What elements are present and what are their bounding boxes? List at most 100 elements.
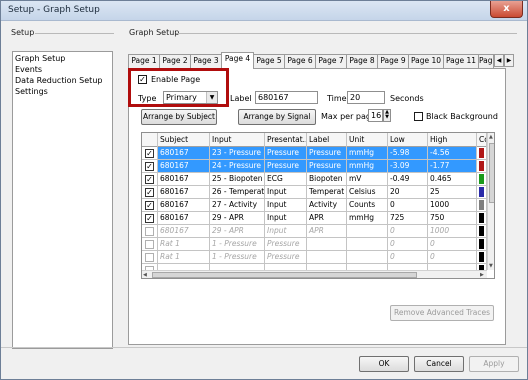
input-cell[interactable]: 23 - Pressure [210, 147, 265, 160]
trace-color-swatch[interactable] [479, 226, 484, 236]
row-enable-checkbox[interactable]: ✓ [145, 201, 154, 210]
table-row[interactable]: 680167 29 - APR Input APR 0 1000 [142, 225, 487, 238]
max-per-page-spinner[interactable]: ▲ ▼ [383, 109, 391, 122]
tab-page-1[interactable]: Page 1 [128, 54, 160, 68]
traces-grid[interactable]: Subject Input Presentat... Label Unit Lo… [141, 132, 495, 279]
row-enable-checkbox[interactable] [145, 240, 154, 249]
presentation-cell[interactable]: ECG [265, 173, 307, 186]
label-cell[interactable] [307, 251, 347, 264]
ok-button[interactable]: OK [359, 356, 409, 372]
title-bar[interactable]: Setup - Graph Setup x [1, 1, 527, 21]
vertical-scroll-thumb[interactable] [489, 143, 494, 203]
low-cell[interactable]: -5.98 [388, 147, 428, 160]
row-checkbox-cell[interactable] [142, 251, 158, 264]
header-checkbox-column[interactable] [142, 133, 158, 147]
presentation-cell[interactable]: Input [265, 199, 307, 212]
presentation-cell[interactable]: Input [265, 186, 307, 199]
table-row[interactable]: ✓ 680167 29 - APR Input APR mmHg 725 750 [142, 212, 487, 225]
input-cell[interactable]: 29 - APR [210, 225, 265, 238]
table-row[interactable]: ✓ 680167 25 - Biopoten ECG Biopoten mV -0.49 0.… [142, 173, 487, 186]
high-cell[interactable]: 0 [428, 238, 477, 251]
input-cell[interactable]: 1 - Pressure [210, 251, 265, 264]
color-cell[interactable] [477, 225, 487, 238]
nav-item-graph-setup[interactable]: Graph Setup [15, 54, 65, 63]
low-cell[interactable]: 0 [388, 238, 428, 251]
setup-nav-list[interactable]: Graph Setup Events Data Reduction Setup … [12, 51, 113, 349]
tab-page-4[interactable]: Page 4 [221, 52, 254, 69]
tab-scroll-right-button[interactable]: ▶ [504, 54, 514, 67]
color-cell[interactable] [477, 251, 487, 264]
subject-cell[interactable]: 680167 [158, 199, 210, 212]
subject-cell[interactable]: 680167 [158, 186, 210, 199]
header-input[interactable]: Input [210, 133, 265, 147]
header-high[interactable]: High [428, 133, 477, 147]
time-input[interactable]: 20 [347, 91, 385, 104]
label-cell[interactable]: Activity [307, 199, 347, 212]
row-enable-checkbox[interactable]: ✓ [145, 149, 154, 158]
high-cell[interactable]: -1.77 [428, 160, 477, 173]
tab-scroll-left-button[interactable]: ◀ [494, 54, 504, 67]
trace-color-swatch[interactable] [479, 252, 484, 262]
header-subject[interactable]: Subject [158, 133, 210, 147]
label-cell[interactable]: APR [307, 212, 347, 225]
unit-cell[interactable]: mmHg [347, 147, 388, 160]
input-cell[interactable]: 24 - Pressure [210, 160, 265, 173]
label-input[interactable]: 680167 [255, 91, 318, 104]
presentation-cell[interactable]: Pressure [265, 251, 307, 264]
tab-page-2[interactable]: Page 2 [159, 54, 191, 68]
tab-page-3[interactable]: Page 3 [190, 54, 222, 68]
row-enable-checkbox[interactable]: ✓ [145, 162, 154, 171]
row-checkbox-cell[interactable]: ✓ [142, 212, 158, 225]
trace-color-swatch[interactable] [479, 161, 484, 171]
table-row[interactable]: Rat 11 - Pressure Pressure 0 0 [142, 238, 487, 251]
input-cell[interactable]: 25 - Biopoten [210, 173, 265, 186]
low-cell[interactable]: -0.49 [388, 173, 428, 186]
high-cell[interactable]: 0 [428, 251, 477, 264]
subject-cell[interactable]: 680167 [158, 212, 210, 225]
tab-page-9[interactable]: Page 9 [377, 54, 409, 68]
high-cell[interactable]: -4.56 [428, 147, 477, 160]
color-cell[interactable] [477, 160, 487, 173]
tab-page-11[interactable]: Page 11 [443, 54, 479, 68]
unit-cell[interactable]: Celsius [347, 186, 388, 199]
black-background-checkbox[interactable] [414, 112, 423, 121]
header-color[interactable]: Co [477, 133, 487, 147]
scroll-up-icon[interactable]: ▲ [489, 134, 493, 140]
input-cell[interactable]: 26 - Temperat [210, 186, 265, 199]
trace-color-swatch[interactable] [479, 200, 484, 210]
max-per-page-input[interactable]: 16 [368, 109, 383, 122]
high-cell[interactable]: 0.465 [428, 173, 477, 186]
horizontal-scroll-thumb[interactable] [152, 272, 417, 278]
color-cell[interactable] [477, 186, 487, 199]
low-cell[interactable]: 725 [388, 212, 428, 225]
nav-item-data-reduction-setup[interactable]: Data Reduction Setup [15, 76, 102, 85]
trace-color-swatch[interactable] [479, 187, 484, 197]
table-row[interactable]: Rat 11 - Pressure Pressure 0 0 [142, 251, 487, 264]
tab-page-8[interactable]: Page 8 [346, 54, 378, 68]
row-checkbox-cell[interactable]: ✓ [142, 173, 158, 186]
color-cell[interactable] [477, 173, 487, 186]
color-cell[interactable] [477, 199, 487, 212]
trace-color-swatch[interactable] [479, 239, 484, 249]
trace-color-swatch[interactable] [479, 174, 484, 184]
presentation-cell[interactable]: Pressure [265, 238, 307, 251]
subject-cell[interactable]: 680167 [158, 160, 210, 173]
row-checkbox-cell[interactable]: ✓ [142, 199, 158, 212]
row-enable-checkbox[interactable]: ✓ [145, 175, 154, 184]
arrange-by-signal-button[interactable]: Arrange by Signal [238, 109, 316, 125]
low-cell[interactable]: 0 [388, 199, 428, 212]
high-cell[interactable]: 1000 [428, 225, 477, 238]
unit-cell[interactable] [347, 238, 388, 251]
label-cell[interactable]: Temperat [307, 186, 347, 199]
row-enable-checkbox[interactable]: ✓ [145, 188, 154, 197]
tab-page-5[interactable]: Page 5 [253, 54, 285, 68]
color-cell[interactable] [477, 212, 487, 225]
close-button[interactable]: x [490, 1, 523, 18]
row-enable-checkbox[interactable]: ✓ [145, 214, 154, 223]
high-cell[interactable]: 25 [428, 186, 477, 199]
trace-color-swatch[interactable] [479, 213, 484, 223]
table-row[interactable]: ✓ 680167 27 - Activity Input Activity Counts 0… [142, 199, 487, 212]
label-cell[interactable]: Biopoten [307, 173, 347, 186]
unit-cell[interactable]: mmHg [347, 160, 388, 173]
presentation-cell[interactable]: Input [265, 212, 307, 225]
